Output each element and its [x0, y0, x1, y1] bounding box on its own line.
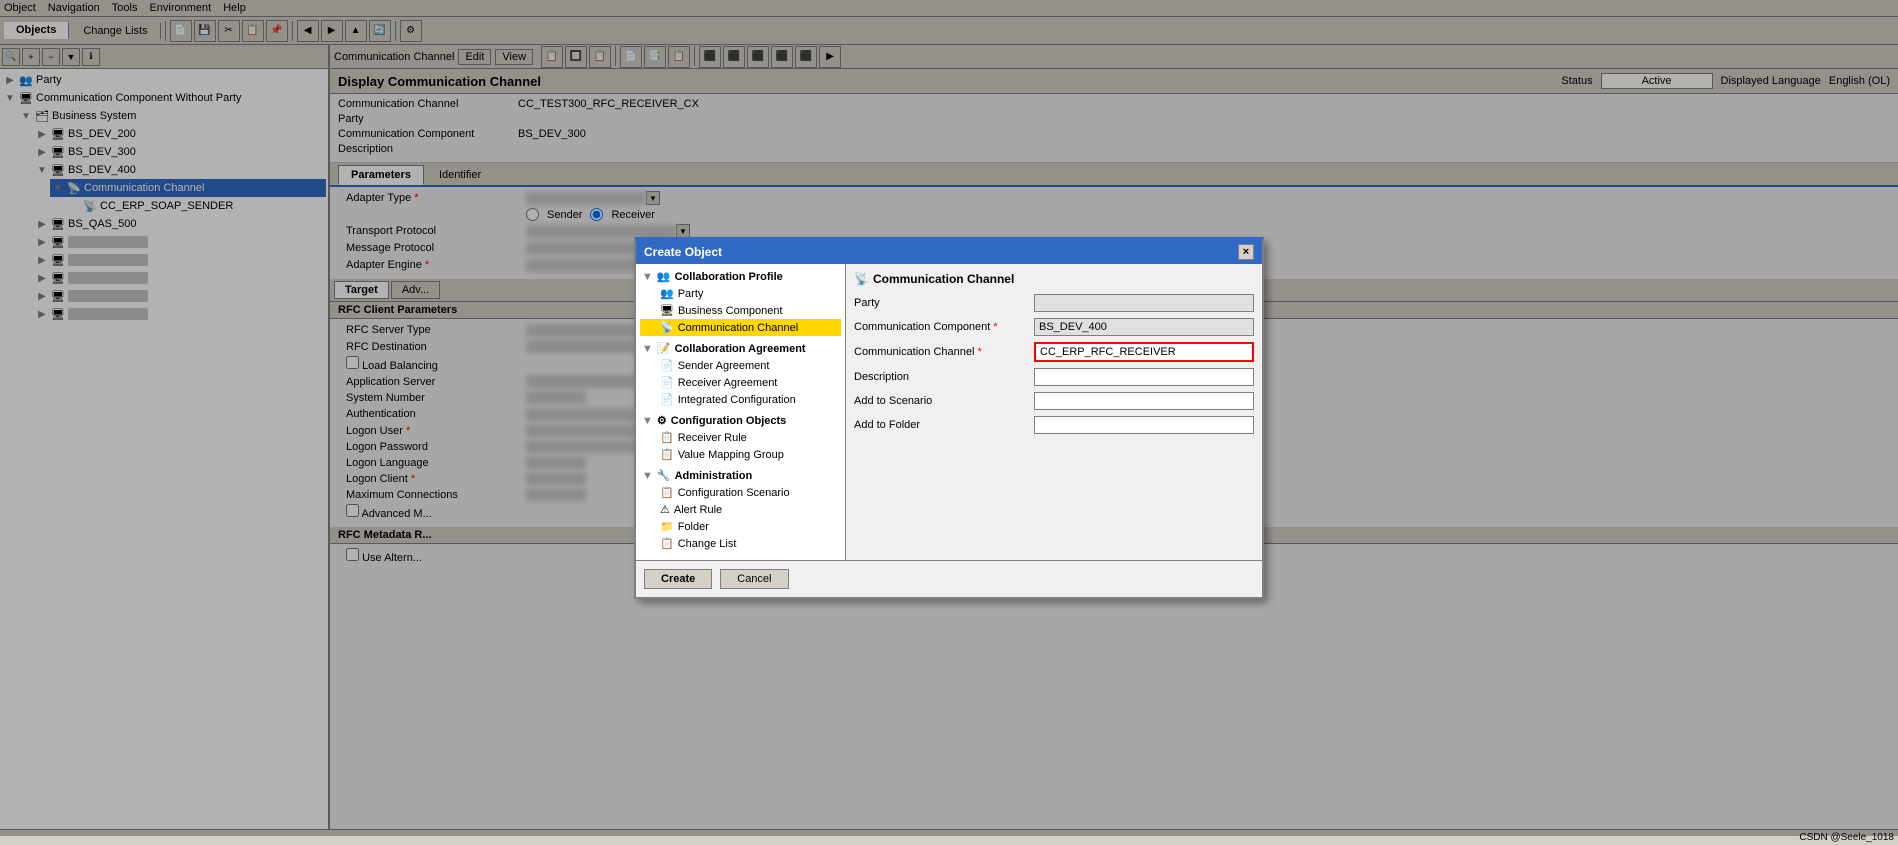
administration-section: ▼ 🔧 Administration 📋 Configuration Scena… — [640, 467, 841, 552]
tree-item-config-scenario[interactable]: 📋 Configuration Scenario — [640, 484, 841, 501]
collab-profile-icon: 👥 — [657, 270, 671, 283]
tree-header-administration[interactable]: ▼ 🔧 Administration — [640, 467, 841, 484]
modal-party-input[interactable] — [1034, 294, 1254, 312]
modal-party-form-label: Party — [854, 297, 1034, 309]
alert-rule-label: Alert Rule — [674, 504, 722, 516]
tree-item-receiver-agreement[interactable]: 📄 Receiver Agreement — [640, 374, 841, 391]
config-objects-section: ▼ ⚙ Configuration Objects 📋 Receiver Rul… — [640, 412, 841, 463]
tree-item-integrated-config[interactable]: 📄 Integrated Configuration — [640, 391, 841, 408]
cancel-button[interactable]: Cancel — [720, 569, 788, 589]
modal-title: Create Object — [644, 245, 722, 259]
receiver-rule-label: Receiver Rule — [678, 432, 747, 444]
agreement-icon: 📝 — [657, 342, 671, 355]
value-mapping-icon: 📋 — [660, 448, 674, 461]
config-scenario-label: Configuration Scenario — [678, 487, 790, 499]
tree-item-sender-agreement[interactable]: 📄 Sender Agreement — [640, 357, 841, 374]
modal-description-input[interactable] — [1034, 368, 1254, 386]
receiver-agr-label: Receiver Agreement — [678, 377, 778, 389]
change-list-label: Change List — [678, 538, 737, 550]
config-obj-label: Configuration Objects — [671, 415, 787, 427]
admin-arrow: ▼ — [642, 470, 653, 482]
admin-icon: 🔧 — [657, 469, 671, 482]
modal-description-label: Description — [854, 371, 1034, 383]
config-obj-icon: ⚙ — [657, 414, 667, 427]
modal-right-title-icon: 📡 — [854, 272, 869, 286]
agreement-arrow: ▼ — [642, 343, 653, 355]
modal-add-folder-input[interactable] — [1034, 416, 1254, 434]
folder-icon: 📁 — [660, 520, 674, 533]
modal-comm-component-input[interactable] — [1034, 318, 1254, 336]
modal-footer: Create Cancel — [636, 560, 1262, 597]
create-button[interactable]: Create — [644, 569, 712, 589]
comm-comp-required-star: * — [993, 321, 997, 333]
tree-item-change-list[interactable]: 📋 Change List — [640, 535, 841, 552]
tree-item-value-mapping[interactable]: 📋 Value Mapping Group — [640, 446, 841, 463]
tree-item-modal-party[interactable]: 👥 Party — [640, 285, 841, 302]
sender-agr-label: Sender Agreement — [678, 360, 770, 372]
config-obj-arrow: ▼ — [642, 415, 653, 427]
modal-add-scenario-row: Add to Scenario — [854, 392, 1254, 410]
receiver-rule-icon: 📋 — [660, 431, 674, 444]
modal-overlay: Create Object × ▼ 👥 Collaboration Profil… — [0, 0, 1898, 836]
modal-title-bar: Create Object × — [636, 240, 1262, 264]
tree-header-collab-agreement[interactable]: ▼ 📝 Collaboration Agreement — [640, 340, 841, 357]
collab-profile-label: Collaboration Profile — [675, 271, 783, 283]
modal-party-label: Party — [678, 288, 704, 300]
integrated-config-label: Integrated Configuration — [678, 394, 796, 406]
create-object-modal: Create Object × ▼ 👥 Collaboration Profil… — [634, 237, 1264, 599]
modal-cc-label: Communication Channel — [678, 322, 798, 334]
modal-body: ▼ 👥 Collaboration Profile 👥 Party 🖥 Busi… — [636, 264, 1262, 560]
collab-arrow: ▼ — [642, 271, 653, 283]
modal-bc-label: Business Component — [678, 305, 783, 317]
agreement-label: Collaboration Agreement — [675, 343, 806, 355]
collab-agreement-section: ▼ 📝 Collaboration Agreement 📄 Sender Agr… — [640, 340, 841, 408]
modal-right-form: 📡 Communication Channel Party Communicat… — [846, 264, 1262, 560]
folder-label: Folder — [678, 521, 709, 533]
tree-header-config-objects[interactable]: ▼ ⚙ Configuration Objects — [640, 412, 841, 429]
modal-comm-channel-input[interactable] — [1034, 342, 1254, 362]
tree-item-alert-rule[interactable]: ⚠ Alert Rule — [640, 501, 841, 518]
comm-channel-required-star: * — [978, 346, 982, 358]
tree-item-modal-cc[interactable]: 📡 Communication Channel — [640, 319, 841, 336]
modal-party-icon: 👥 — [660, 287, 674, 300]
modal-comm-component-label: Communication Component * — [854, 321, 1034, 333]
modal-cc-icon: 📡 — [660, 321, 674, 334]
modal-add-folder-row: Add to Folder — [854, 416, 1254, 434]
integrated-config-icon: 📄 — [660, 393, 674, 406]
tree-header-collab-profile[interactable]: ▼ 👥 Collaboration Profile — [640, 268, 841, 285]
modal-right-title-row: 📡 Communication Channel — [854, 272, 1254, 286]
modal-close-btn[interactable]: × — [1238, 244, 1254, 260]
tree-item-folder[interactable]: 📁 Folder — [640, 518, 841, 535]
modal-comm-component-row: Communication Component * — [854, 318, 1254, 336]
change-list-icon: 📋 — [660, 537, 674, 550]
modal-comm-channel-row: Communication Channel * — [854, 342, 1254, 362]
modal-tree: ▼ 👥 Collaboration Profile 👥 Party 🖥 Busi… — [636, 264, 846, 560]
modal-description-row: Description — [854, 368, 1254, 386]
modal-add-scenario-input[interactable] — [1034, 392, 1254, 410]
modal-comm-channel-label: Communication Channel * — [854, 346, 1034, 358]
value-mapping-label: Value Mapping Group — [678, 449, 784, 461]
sender-agr-icon: 📄 — [660, 359, 674, 372]
collaboration-profile-section: ▼ 👥 Collaboration Profile 👥 Party 🖥 Busi… — [640, 268, 841, 336]
modal-add-folder-label: Add to Folder — [854, 419, 1034, 431]
admin-label: Administration — [675, 470, 753, 482]
tree-item-receiver-rule[interactable]: 📋 Receiver Rule — [640, 429, 841, 446]
config-scenario-icon: 📋 — [660, 486, 674, 499]
modal-party-row: Party — [854, 294, 1254, 312]
modal-right-title: Communication Channel — [873, 272, 1014, 286]
modal-add-scenario-label: Add to Scenario — [854, 395, 1034, 407]
receiver-agr-icon: 📄 — [660, 376, 674, 389]
modal-bc-icon: 🖥 — [660, 304, 674, 317]
tree-item-modal-bc[interactable]: 🖥 Business Component — [640, 302, 841, 319]
alert-rule-icon: ⚠ — [660, 503, 670, 516]
